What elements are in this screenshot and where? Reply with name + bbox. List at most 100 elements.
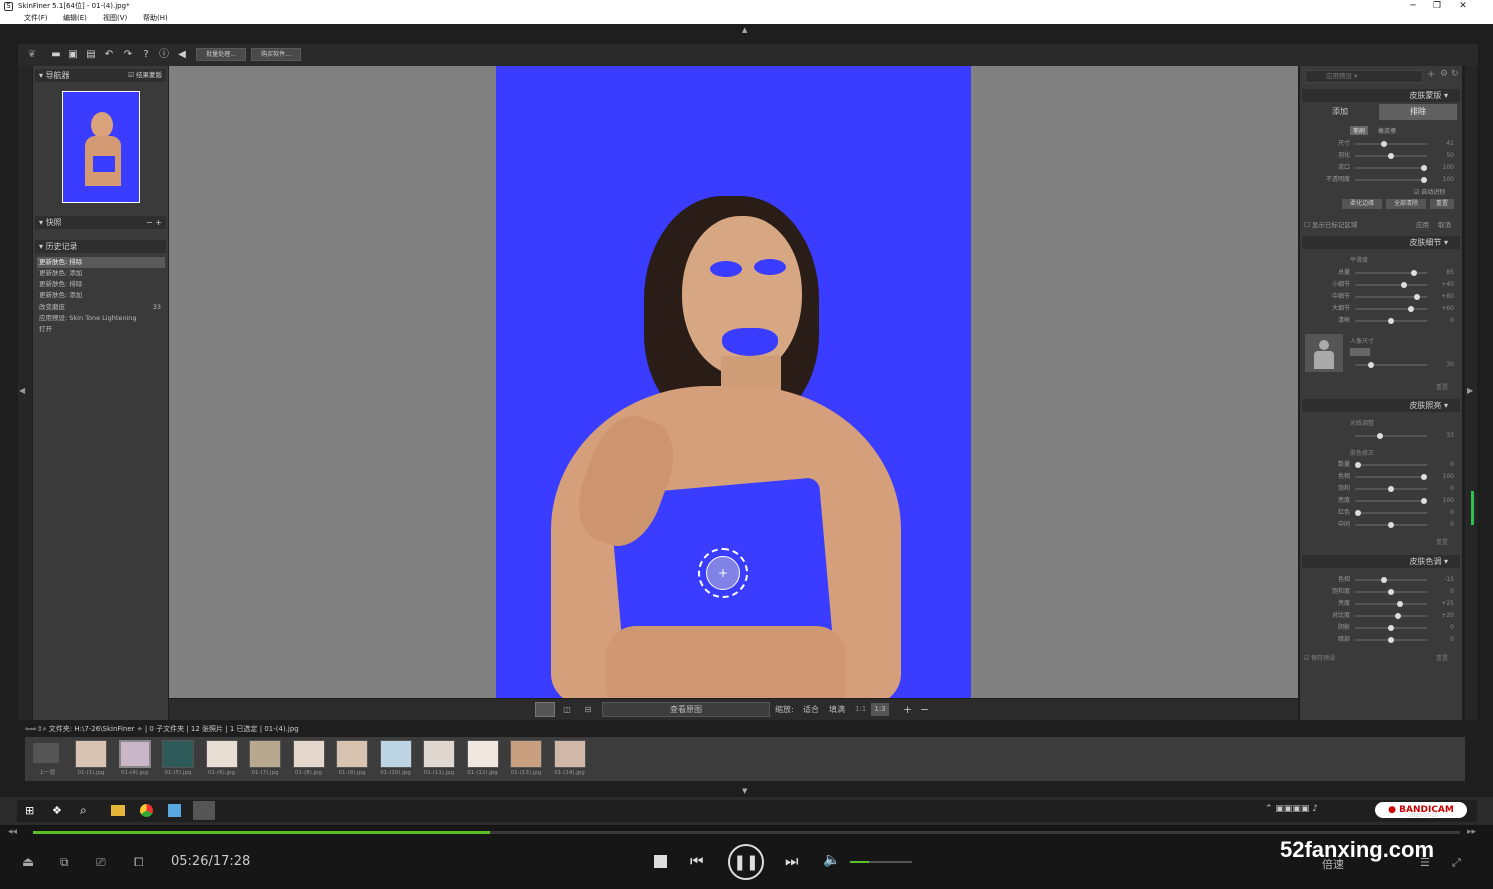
- close-icon[interactable]: ✕: [1450, 0, 1476, 13]
- skin-glow-header[interactable]: 皮肤照亮 ▾: [1302, 399, 1460, 412]
- slider-knob[interactable]: [1388, 625, 1394, 631]
- screenshot-icon[interactable]: ⧉: [60, 855, 69, 870]
- slider-track[interactable]: [1355, 510, 1427, 516]
- folder-up-icon[interactable]: [33, 743, 59, 763]
- subtitle-icon[interactable]: ⎚: [96, 855, 106, 870]
- undo-icon[interactable]: ↶: [103, 49, 115, 61]
- slider-track[interactable]: [1355, 177, 1427, 183]
- photo-canvas[interactable]: +: [496, 66, 971, 698]
- slider-knob[interactable]: [1421, 177, 1427, 183]
- zoom-fit-button[interactable]: 适合: [803, 699, 819, 720]
- history-item[interactable]: 更新肤色: 排除: [37, 279, 165, 290]
- slider-knob[interactable]: [1368, 362, 1374, 368]
- stacked-view-icon[interactable]: ⊟: [578, 702, 598, 717]
- history-item[interactable]: 应用预设: Skin Tone Lightening: [37, 313, 165, 324]
- slider-track[interactable]: [1355, 141, 1427, 147]
- film-thumbnail[interactable]: [423, 740, 455, 768]
- slider-knob[interactable]: [1388, 589, 1394, 595]
- previous-icon[interactable]: ⏮: [690, 852, 704, 870]
- panel-scrollbar[interactable]: [1471, 491, 1474, 525]
- slider-track[interactable]: [1355, 498, 1427, 504]
- film-thumbnail[interactable]: [553, 740, 586, 768]
- slider-track[interactable]: [1355, 625, 1427, 631]
- brush-button[interactable]: 笔刷: [1350, 126, 1369, 135]
- tab-remove[interactable]: 排除: [1379, 104, 1457, 120]
- slider-track[interactable]: [1355, 474, 1427, 480]
- slider-track[interactable]: [1355, 153, 1427, 159]
- navigator-header[interactable]: ▾ 导航器 ☑ 结果蒙版: [35, 69, 166, 82]
- system-tray-icons[interactable]: ⌃ ▣▣▣▣ ♪: [1265, 804, 1318, 814]
- rewind-icon[interactable]: ◂◂: [8, 827, 17, 837]
- eraser-button[interactable]: 橡皮擦: [1378, 126, 1396, 135]
- slider-knob[interactable]: [1388, 153, 1394, 159]
- slider-knob[interactable]: [1388, 522, 1394, 528]
- slider-knob[interactable]: [1407, 306, 1414, 312]
- slider-track[interactable]: [1355, 270, 1427, 276]
- apply-button[interactable]: 应用: [1416, 219, 1429, 229]
- info-icon[interactable]: ⓘ: [158, 49, 170, 61]
- skin-tone-header[interactable]: 皮肤色调 ▾: [1302, 555, 1460, 568]
- film-thumbnail[interactable]: [510, 740, 542, 768]
- nav-arrows-icon[interactable]: ⇦⇨⇧⌕: [25, 725, 49, 733]
- slider-knob[interactable]: [1377, 433, 1383, 439]
- skinfiner-taskbar-icon[interactable]: [193, 801, 215, 820]
- show-mask-checkbox[interactable]: ☐ 显示已标记区域: [1304, 219, 1357, 229]
- slider-track[interactable]: [1355, 486, 1427, 492]
- collapse-right-icon[interactable]: ▶: [1467, 386, 1473, 395]
- navigator-thumbnail[interactable]: [62, 91, 140, 203]
- minimize-icon[interactable]: ─: [1400, 0, 1426, 13]
- film-thumbnail[interactable]: [292, 740, 325, 768]
- slider-track[interactable]: [1355, 577, 1427, 583]
- single-view-icon[interactable]: [535, 702, 555, 717]
- reset-button[interactable]: 重置: [1436, 382, 1448, 391]
- slider-track[interactable]: [1355, 294, 1427, 300]
- soften-button[interactable]: 柔化边缘: [1342, 199, 1382, 209]
- preset-dropdown[interactable]: 应用预设 ▾: [1305, 70, 1423, 83]
- pip-icon[interactable]: ⧠: [134, 855, 144, 870]
- slider-knob[interactable]: [1396, 601, 1403, 607]
- film-thumbnail[interactable]: [379, 740, 412, 768]
- volume-slider[interactable]: [850, 861, 912, 863]
- redo-icon[interactable]: ↷: [122, 49, 134, 61]
- slider-track[interactable]: [1355, 613, 1427, 619]
- save-preset-checkbox[interactable]: ☑ 保存预设: [1304, 653, 1335, 662]
- eject-icon[interactable]: ⏏: [22, 855, 34, 870]
- skin-mask-header[interactable]: 皮肤蒙版 ▾: [1302, 89, 1460, 102]
- slider-knob[interactable]: [1414, 294, 1421, 300]
- menu-help[interactable]: 帮助(H): [143, 13, 168, 24]
- zoom-in-icon[interactable]: +: [903, 699, 912, 720]
- search-icon[interactable]: ⌕: [80, 803, 87, 818]
- settings-gear-icon[interactable]: ⚙: [1440, 69, 1448, 79]
- file-explorer-icon[interactable]: [111, 805, 125, 816]
- skin-detail-header[interactable]: 皮肤细节 ▾: [1302, 236, 1460, 249]
- collapse-left-icon[interactable]: ◀: [19, 386, 25, 395]
- slider-track[interactable]: [1355, 282, 1427, 288]
- task-view-icon[interactable]: ❖: [52, 804, 62, 817]
- film-thumbnail[interactable]: [336, 740, 368, 768]
- help-icon[interactable]: ?: [140, 49, 152, 61]
- slider-knob[interactable]: [1421, 165, 1427, 171]
- slider-knob[interactable]: [1411, 270, 1418, 276]
- slider-knob[interactable]: [1394, 613, 1401, 619]
- history-item[interactable]: 更新肤色: 添加: [37, 268, 165, 279]
- slider-knob[interactable]: [1388, 637, 1394, 643]
- save-icon[interactable]: ▣: [67, 49, 79, 61]
- open-icon[interactable]: ▬: [50, 49, 62, 61]
- buy-button[interactable]: 购买软件...: [251, 48, 301, 61]
- snapshot-add-icon[interactable]: − +: [146, 216, 162, 229]
- maximize-icon[interactable]: ❐: [1424, 0, 1450, 13]
- reset-button[interactable]: 重置: [1436, 537, 1448, 546]
- add-preset-icon[interactable]: +: [1427, 69, 1435, 80]
- reset-button[interactable]: 重置: [1430, 199, 1454, 209]
- slider-knob[interactable]: [1421, 474, 1427, 480]
- reset-button[interactable]: 重置: [1436, 653, 1448, 662]
- film-thumbnail[interactable]: [205, 740, 238, 768]
- menu-file[interactable]: 文件(F): [24, 13, 48, 24]
- compare-icon[interactable]: ◀: [176, 49, 188, 61]
- slider-knob[interactable]: [1355, 510, 1361, 516]
- slider-track[interactable]: [1355, 318, 1427, 324]
- history-item[interactable]: 更新肤色: 排除: [37, 257, 165, 268]
- windows-start-icon[interactable]: ⊞: [25, 804, 34, 817]
- tab-add[interactable]: 添加: [1302, 104, 1378, 120]
- history-item[interactable]: 打开: [37, 324, 165, 335]
